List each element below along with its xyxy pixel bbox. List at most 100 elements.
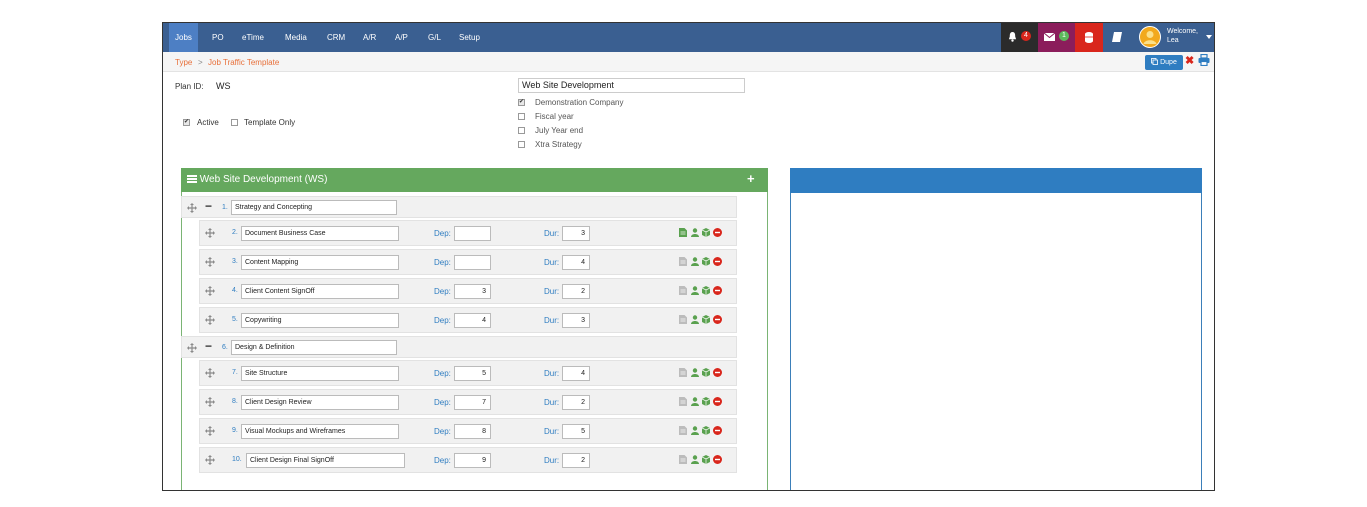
company-checkbox-july[interactable]: [518, 127, 525, 134]
user-icon[interactable]: [691, 397, 699, 406]
task-name-input[interactable]: Client Content SignOff: [241, 284, 399, 299]
dur-input[interactable]: 2: [562, 284, 590, 299]
document-icon[interactable]: [679, 228, 687, 237]
collapse-icon[interactable]: −: [205, 339, 212, 353]
remove-icon[interactable]: [713, 397, 722, 406]
remove-icon[interactable]: [713, 286, 722, 295]
dep-input[interactable]: 5: [454, 366, 491, 381]
nav-setup[interactable]: Setup: [453, 23, 486, 52]
book-button[interactable]: [1103, 23, 1131, 52]
task-name-input[interactable]: Visual Mockups and Wireframes: [241, 424, 399, 439]
cube-icon[interactable]: [702, 315, 710, 324]
task-name-input[interactable]: Client Design Final SignOff: [246, 453, 405, 468]
dupe-button[interactable]: Dupe: [1145, 55, 1183, 70]
dur-input[interactable]: 3: [562, 313, 590, 328]
print-icon[interactable]: [1198, 54, 1210, 66]
cube-icon[interactable]: [702, 368, 710, 377]
user-icon[interactable]: [691, 455, 699, 464]
drag-handle-icon[interactable]: [205, 397, 215, 407]
cube-icon[interactable]: [702, 455, 710, 464]
dur-input[interactable]: 4: [562, 366, 590, 381]
task-row[interactable]: 4. Client Content SignOff Dep: 3 Dur: 2: [199, 278, 737, 304]
cube-icon[interactable]: [702, 397, 710, 406]
document-icon[interactable]: [679, 397, 687, 406]
dur-input[interactable]: 5: [562, 424, 590, 439]
cube-icon[interactable]: [702, 257, 710, 266]
dep-input[interactable]: 9: [454, 453, 491, 468]
user-icon[interactable]: [691, 228, 699, 237]
add-task-icon[interactable]: +: [747, 169, 755, 189]
nav-etime[interactable]: eTime: [236, 23, 270, 52]
drag-handle-icon[interactable]: [187, 343, 197, 353]
drag-handle-icon[interactable]: [205, 455, 215, 465]
document-icon[interactable]: [679, 455, 687, 464]
dur-input[interactable]: 2: [562, 395, 590, 410]
remove-icon[interactable]: [713, 228, 722, 237]
task-name-input[interactable]: Document Business Case: [241, 226, 399, 241]
active-checkbox[interactable]: ✔: [183, 119, 190, 126]
dep-input[interactable]: 4: [454, 313, 491, 328]
remove-icon[interactable]: [713, 426, 722, 435]
user-icon[interactable]: [691, 286, 699, 295]
dep-input[interactable]: 3: [454, 284, 491, 299]
dur-input[interactable]: 2: [562, 453, 590, 468]
remove-icon[interactable]: [713, 257, 722, 266]
user-icon[interactable]: [691, 257, 699, 266]
nav-media[interactable]: Media: [279, 23, 313, 52]
document-icon[interactable]: [679, 257, 687, 266]
task-name-input[interactable]: Design & Definition: [231, 340, 397, 355]
task-name-input[interactable]: Strategy and Concepting: [231, 200, 397, 215]
task-group-row[interactable]: − 1. Strategy and Concepting: [181, 196, 737, 218]
user-icon[interactable]: [691, 368, 699, 377]
dep-input[interactable]: 8: [454, 424, 491, 439]
dep-input[interactable]: [454, 255, 491, 270]
notifications-button[interactable]: 4: [1001, 23, 1038, 52]
task-name-input[interactable]: Client Design Review: [241, 395, 399, 410]
task-name-input[interactable]: Copywriting: [241, 313, 399, 328]
task-name-input[interactable]: Site Structure: [241, 366, 399, 381]
close-icon[interactable]: ✖: [1185, 54, 1194, 67]
document-icon[interactable]: [679, 368, 687, 377]
task-row[interactable]: 7. Site Structure Dep: 5 Dur: 4: [199, 360, 737, 386]
chevron-down-icon[interactable]: [1206, 35, 1212, 39]
user-icon[interactable]: [691, 315, 699, 324]
task-name-input[interactable]: Content Mapping: [241, 255, 399, 270]
dep-input[interactable]: [454, 226, 491, 241]
cube-icon[interactable]: [702, 286, 710, 295]
nav-ar[interactable]: A/R: [357, 23, 382, 52]
nav-gl[interactable]: G/L: [422, 23, 447, 52]
remove-icon[interactable]: [713, 455, 722, 464]
drag-handle-icon[interactable]: [187, 203, 197, 213]
document-icon[interactable]: [679, 286, 687, 295]
drag-handle-icon[interactable]: [205, 315, 215, 325]
drag-handle-icon[interactable]: [205, 257, 215, 267]
template-title-input[interactable]: Web Site Development: [518, 78, 745, 93]
dur-input[interactable]: 3: [562, 226, 590, 241]
breadcrumb-parent-link[interactable]: Type: [175, 58, 192, 67]
task-row[interactable]: 3. Content Mapping Dep: Dur: 4: [199, 249, 737, 275]
dur-input[interactable]: 4: [562, 255, 590, 270]
company-checkbox-fiscal[interactable]: [518, 113, 525, 120]
document-icon[interactable]: [679, 426, 687, 435]
nav-crm[interactable]: CRM: [321, 23, 351, 52]
messages-button[interactable]: 1: [1038, 23, 1075, 52]
document-icon[interactable]: [679, 315, 687, 324]
nav-ap[interactable]: A/P: [389, 23, 414, 52]
nav-jobs[interactable]: Jobs: [169, 23, 198, 52]
company-checkbox-xtra[interactable]: [518, 141, 525, 148]
task-group-row[interactable]: − 6. Design & Definition: [181, 336, 737, 358]
cube-icon[interactable]: [702, 228, 710, 237]
drag-handle-icon[interactable]: [205, 286, 215, 296]
drag-handle-icon[interactable]: [205, 228, 215, 238]
company-checkbox-demonstration[interactable]: ✔: [518, 99, 525, 106]
task-row[interactable]: 5. Copywriting Dep: 4 Dur: 3: [199, 307, 737, 333]
user-icon[interactable]: [691, 426, 699, 435]
drag-handle-icon[interactable]: [205, 426, 215, 436]
collapse-icon[interactable]: −: [205, 199, 212, 213]
task-row[interactable]: 2. Document Business Case Dep: Dur: 3: [199, 220, 737, 246]
dep-input[interactable]: 7: [454, 395, 491, 410]
template-only-checkbox[interactable]: [231, 119, 238, 126]
task-row[interactable]: 8. Client Design Review Dep: 7 Dur: 2: [199, 389, 737, 415]
drag-handle-icon[interactable]: [205, 368, 215, 378]
database-button[interactable]: [1075, 23, 1103, 52]
